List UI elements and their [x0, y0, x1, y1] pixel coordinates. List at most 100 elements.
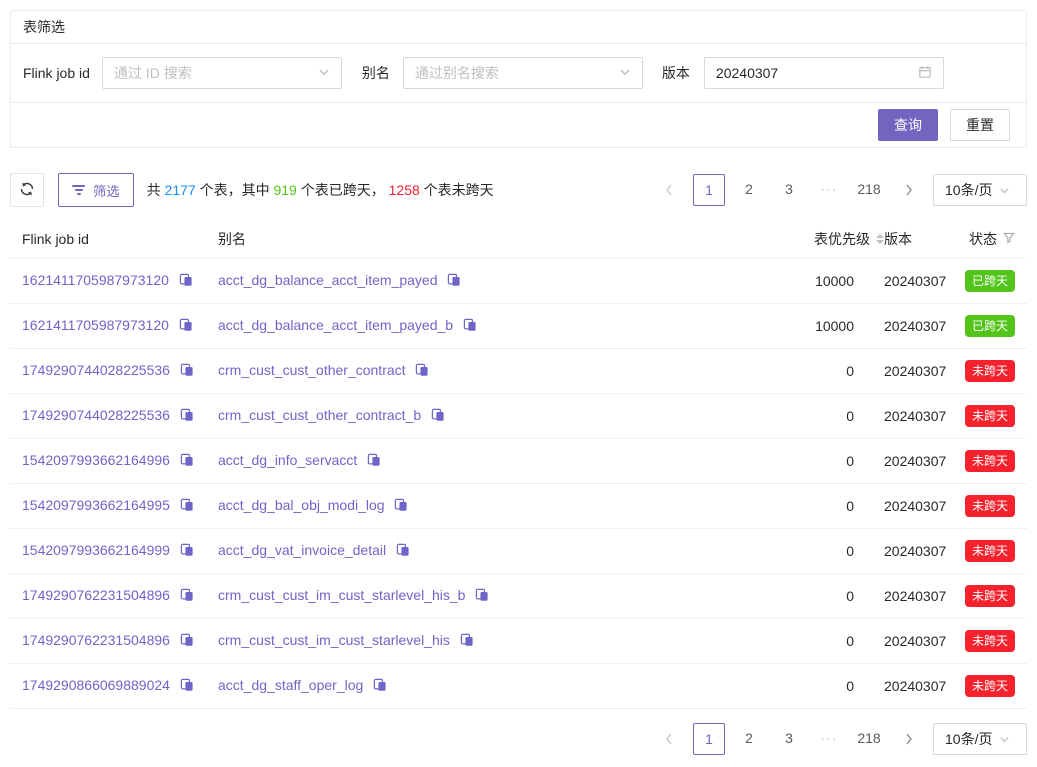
copy-icon[interactable] [176, 544, 194, 560]
copy-icon[interactable] [176, 634, 194, 650]
copy-icon[interactable] [175, 319, 193, 335]
chevron-down-icon [999, 185, 1010, 196]
table-row: 1621411705987973120 acct_dg_balance_acct… [10, 258, 1027, 303]
flink-job-id-input[interactable] [114, 65, 318, 81]
pagination-page-3[interactable]: 3 [773, 174, 805, 206]
summary-suffix: 个表未跨天 [420, 182, 494, 198]
pagination-prev-button[interactable] [653, 174, 685, 206]
version-input[interactable] [716, 65, 918, 81]
table-row: 1749290744028225536 crm_cust_cust_other_… [10, 393, 1027, 438]
col-header-priority[interactable]: 表优先级 [724, 220, 884, 258]
sort-icon[interactable] [876, 234, 884, 244]
priority-value: 0 [724, 663, 884, 708]
pagination-page-218[interactable]: 218 [853, 723, 885, 755]
flink-job-id-link[interactable]: 1542097993662164996 [22, 452, 170, 468]
table-row: 1749290762231504896 crm_cust_cust_im_cus… [10, 573, 1027, 618]
page-size-select[interactable]: 10条/页 [933, 723, 1027, 755]
page-size-select[interactable]: 10条/页 [933, 174, 1027, 206]
version-value: 20240307 [884, 393, 946, 438]
flink-job-id-link[interactable]: 1749290744028225536 [22, 407, 170, 423]
priority-value: 0 [724, 618, 884, 663]
version-value: 20240307 [884, 528, 946, 573]
alias-link[interactable]: acct_dg_vat_invoice_detail [218, 542, 386, 558]
copy-icon[interactable] [427, 409, 445, 425]
version-value: 20240307 [884, 348, 946, 393]
pagination-bottom: 123···218 10条/页 [653, 723, 1027, 755]
version-value: 20240307 [884, 438, 946, 483]
pagination-page-2[interactable]: 2 [733, 723, 765, 755]
priority-value: 0 [724, 438, 884, 483]
copy-icon[interactable] [459, 319, 477, 335]
alias-link[interactable]: acct_dg_balance_acct_item_payed [218, 272, 438, 288]
version-value: 20240307 [884, 573, 946, 618]
status-badge: 未跨天 [965, 540, 1015, 562]
status-badge: 未跨天 [965, 675, 1015, 697]
pagination-next-button[interactable] [893, 174, 925, 206]
copy-icon[interactable] [176, 364, 194, 380]
flink-job-id-link[interactable]: 1542097993662164995 [22, 497, 170, 513]
flink-job-id-link[interactable]: 1749290762231504896 [22, 587, 170, 603]
status-badge: 未跨天 [965, 405, 1015, 427]
copy-icon[interactable] [369, 679, 387, 695]
copy-icon[interactable] [412, 364, 430, 380]
copy-icon[interactable] [175, 274, 193, 290]
copy-icon[interactable] [456, 634, 474, 650]
alias-input[interactable] [415, 65, 619, 81]
flink-job-id-link[interactable]: 1749290744028225536 [22, 362, 170, 378]
pagination-page-1[interactable]: 1 [693, 723, 725, 755]
copy-icon[interactable] [176, 409, 194, 425]
pagination-page-3[interactable]: 3 [773, 723, 805, 755]
copy-icon[interactable] [176, 589, 194, 605]
reset-button[interactable]: 重置 [950, 109, 1010, 141]
chevron-down-icon [999, 734, 1010, 745]
pagination-next-button[interactable] [893, 723, 925, 755]
summary-total-count: 2177 [165, 182, 196, 198]
filter-lines-icon [72, 185, 85, 195]
col-header-status: 状态 [946, 220, 1027, 258]
alias-link[interactable]: crm_cust_cust_im_cust_starlevel_his [218, 632, 450, 648]
version-date-picker[interactable] [704, 57, 944, 89]
alias-link[interactable]: acct_dg_info_servacct [218, 452, 357, 468]
refresh-button[interactable] [10, 173, 44, 207]
copy-icon[interactable] [471, 589, 489, 605]
pagination-page-218[interactable]: 218 [853, 174, 885, 206]
version-label: 版本 [662, 63, 690, 83]
copy-icon[interactable] [176, 499, 194, 515]
flink-job-id-link[interactable]: 1749290866069889024 [22, 677, 170, 693]
pagination-page-2[interactable]: 2 [733, 174, 765, 206]
copy-icon[interactable] [176, 679, 194, 695]
priority-value: 0 [724, 573, 884, 618]
version-value: 20240307 [884, 663, 946, 708]
alias-link[interactable]: acct_dg_bal_obj_modi_log [218, 497, 385, 513]
flink-job-id-link[interactable]: 1621411705987973120 [22, 317, 169, 333]
copy-icon[interactable] [444, 274, 462, 290]
query-button[interactable]: 查询 [878, 109, 938, 141]
pagination-page-1[interactable]: 1 [693, 174, 725, 206]
copy-icon[interactable] [391, 499, 409, 515]
copy-icon[interactable] [363, 454, 381, 470]
filter-funnel-icon[interactable] [1003, 231, 1015, 247]
flink-job-id-select[interactable] [102, 57, 342, 89]
alias-link[interactable]: crm_cust_cust_other_contract_b [218, 407, 421, 423]
alias-select[interactable] [403, 57, 643, 89]
summary-prefix: 共 [147, 182, 165, 198]
priority-value: 10000 [724, 258, 884, 303]
alias-label: 别名 [362, 63, 390, 83]
copy-icon[interactable] [176, 454, 194, 470]
alias-link[interactable]: crm_cust_cust_im_cust_starlevel_his_b [218, 587, 465, 603]
pagination-jump[interactable]: ··· [813, 174, 845, 206]
pagination-prev-button[interactable] [653, 723, 685, 755]
flink-job-id-link[interactable]: 1542097993662164999 [22, 542, 170, 558]
copy-icon[interactable] [392, 544, 410, 560]
priority-value: 0 [724, 528, 884, 573]
flink-job-id-link[interactable]: 1621411705987973120 [22, 272, 169, 288]
version-value: 20240307 [884, 618, 946, 663]
alias-link[interactable]: acct_dg_balance_acct_item_payed_b [218, 317, 453, 333]
filter-button[interactable]: 筛选 [58, 173, 134, 207]
alias-link[interactable]: crm_cust_cust_other_contract [218, 362, 406, 378]
flink-job-id-link[interactable]: 1749290762231504896 [22, 632, 170, 648]
pagination-jump[interactable]: ··· [813, 723, 845, 755]
alias-link[interactable]: acct_dg_staff_oper_log [218, 677, 363, 693]
summary-crossed-count: 919 [273, 182, 296, 198]
data-table: Flink job id 别名 表优先级 版本 状态 162141 [10, 220, 1027, 709]
